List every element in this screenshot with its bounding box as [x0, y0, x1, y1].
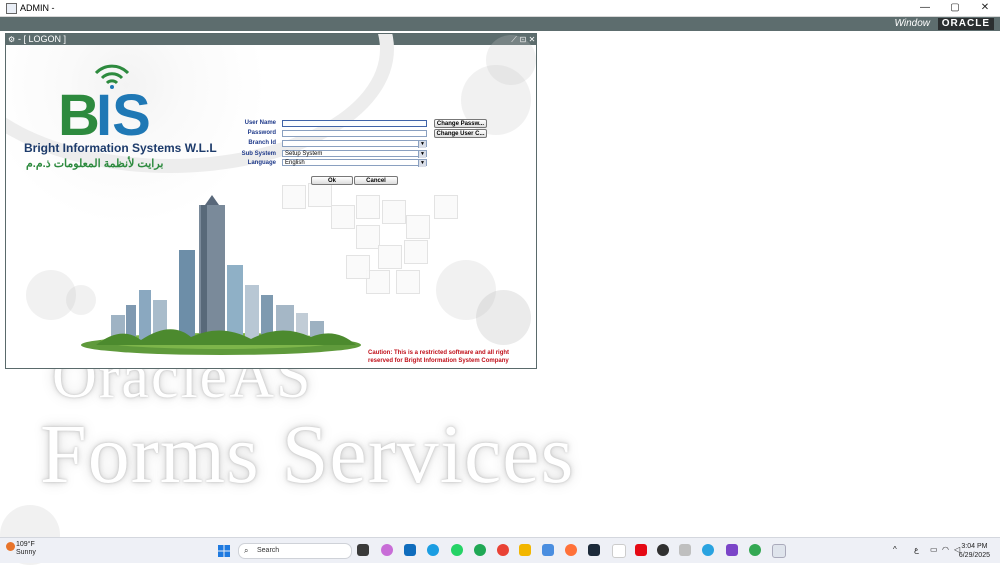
copilot-icon[interactable] — [381, 544, 393, 556]
logo-letters-is: IS — [96, 83, 151, 148]
windows-start-icon[interactable] — [218, 544, 230, 557]
taskbar-search[interactable]: ⌕ Search — [238, 543, 352, 559]
oracle-menu-bar: Window ORACLE — [0, 17, 1000, 31]
menu-window[interactable]: Window — [895, 18, 930, 29]
task-view-icon[interactable] — [357, 544, 369, 556]
app-icon — [6, 3, 17, 14]
ok-button[interactable]: Ok — [311, 176, 353, 185]
decor-cube — [378, 245, 402, 269]
weather-desc: Sunny — [16, 549, 36, 556]
chrome-profile-icon[interactable] — [749, 544, 761, 556]
language-select[interactable]: English ▼ — [282, 159, 427, 167]
app-title-bar: ADMIN - — ▢ ✕ — [0, 0, 1000, 17]
sub-system-value: Setup System — [285, 151, 323, 157]
user-name-input[interactable] — [282, 120, 427, 127]
wifi-tray-icon[interactable]: ◠ — [942, 545, 949, 554]
telegram-icon[interactable] — [702, 544, 714, 556]
netflix-app-icon[interactable] — [635, 544, 647, 556]
branch-id-select[interactable]: ▼ — [282, 140, 427, 148]
brand-name-arabic: برايت لأنظمة المعلومات ذ.م.م — [26, 158, 164, 170]
sun-icon — [6, 542, 15, 551]
chevron-down-icon[interactable]: ▼ — [418, 141, 426, 148]
decor-cube — [396, 270, 420, 294]
watermark-line-2: Forms Services — [40, 408, 575, 501]
file-explorer-icon[interactable] — [519, 544, 531, 556]
logon-window: ⚙ - [ LOGON ] ⟋ ⊡ ✕ B IS Bright Informat… — [5, 33, 537, 369]
chevron-down-icon[interactable]: ▼ — [418, 160, 426, 167]
network-icon[interactable]: ▭ — [930, 545, 938, 554]
weather-widget[interactable]: 109°F Sunny — [6, 541, 36, 557]
search-icon: ⌕ — [244, 546, 249, 555]
change-user-button[interactable]: Change User C... — [434, 129, 487, 138]
tray-chevron-icon[interactable]: ^ — [893, 545, 897, 554]
edge-icon[interactable] — [427, 544, 439, 556]
whatsapp-business-icon[interactable] — [474, 544, 486, 556]
city-skyline-image — [81, 195, 361, 355]
chrome-icon[interactable] — [497, 544, 509, 556]
whatsapp-icon[interactable] — [451, 544, 463, 556]
oracle-logo: ORACLE — [937, 18, 994, 30]
password-label: Password — [247, 130, 276, 136]
taskbar: 109°F Sunny ⌕ Search ^ ع ▭ ◠ ◁ 3:04 PM 6… — [0, 537, 1000, 563]
brand-name: Bright Information Systems W.L.L — [24, 141, 217, 155]
sub-system-label: Sub System — [241, 151, 276, 157]
branch-id-label: Branch Id — [248, 140, 276, 146]
sub-system-select[interactable]: Setup System ▼ — [282, 150, 427, 158]
change-password-button[interactable]: Change Passw... — [434, 119, 487, 128]
weather-temp: 109°F — [16, 541, 35, 548]
decor-circle — [486, 35, 536, 85]
decor-cube — [434, 195, 458, 219]
minimize-button[interactable]: — — [910, 0, 940, 16]
logo-letter-b: B — [58, 83, 100, 148]
oracle-forms-task-icon[interactable] — [772, 544, 786, 558]
password-input[interactable] — [282, 130, 427, 137]
purple-app-icon[interactable] — [726, 544, 738, 556]
close-button[interactable]: ✕ — [970, 0, 1000, 16]
clock[interactable]: 3:04 PM 6/29/2025 — [959, 542, 990, 560]
language-value: English — [285, 160, 305, 166]
input-language-indicator[interactable]: ع — [914, 545, 919, 554]
decor-cube — [404, 240, 428, 264]
user-name-label: User Name — [244, 120, 276, 126]
window-title: ADMIN - — [20, 3, 55, 13]
outlook-icon[interactable] — [404, 544, 416, 556]
decor-cube — [382, 200, 406, 224]
bis-logo: B IS — [58, 64, 158, 148]
decor-circle — [476, 290, 531, 345]
whatsapp-dark-icon[interactable] — [657, 544, 669, 556]
maximize-button[interactable]: ▢ — [940, 0, 970, 16]
language-label: Language — [247, 160, 276, 166]
clock-time: 3:04 PM — [961, 543, 988, 550]
caution-notice: Caution: This is a restricted software a… — [368, 350, 510, 364]
search-placeholder: Search — [257, 547, 280, 554]
cancel-button[interactable]: Cancel — [354, 176, 398, 185]
app-icon-gray[interactable] — [679, 544, 691, 556]
chevron-down-icon[interactable]: ▼ — [418, 151, 426, 158]
decor-cube — [406, 215, 430, 239]
store-icon[interactable] — [542, 544, 554, 556]
app-icon-dark[interactable] — [588, 544, 600, 556]
firefox-icon[interactable] — [565, 544, 577, 556]
netflix-icon[interactable] — [612, 544, 626, 558]
clock-date: 6/29/2025 — [958, 552, 990, 559]
logon-body: B IS Bright Information Systems W.L.L بر… — [6, 34, 536, 368]
